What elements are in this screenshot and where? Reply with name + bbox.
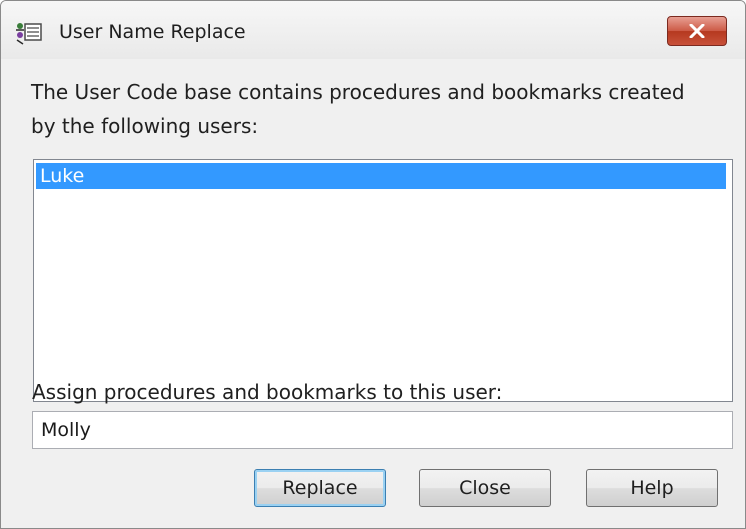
dialog-body: The User Code base contains procedures a… [15,59,733,525]
users-replace-icon [15,20,43,46]
users-list[interactable]: Luke [33,159,733,402]
description-text: The User Code base contains procedures a… [31,80,685,138]
window-close-button[interactable] [667,16,727,46]
help-button[interactable]: Help [586,469,718,507]
close-icon [689,24,705,38]
assign-user-input[interactable] [32,411,733,449]
window-title: User Name Replace [59,21,246,43]
title-bar[interactable]: User Name Replace [1,1,745,59]
assign-user-label: Assign procedures and bookmarks to this … [32,380,503,404]
user-name-replace-dialog: User Name Replace The User Code base con… [0,0,746,529]
replace-button[interactable]: Replace [254,469,386,507]
list-item-selected[interactable]: Luke [36,163,726,189]
close-button[interactable]: Close [419,469,551,507]
